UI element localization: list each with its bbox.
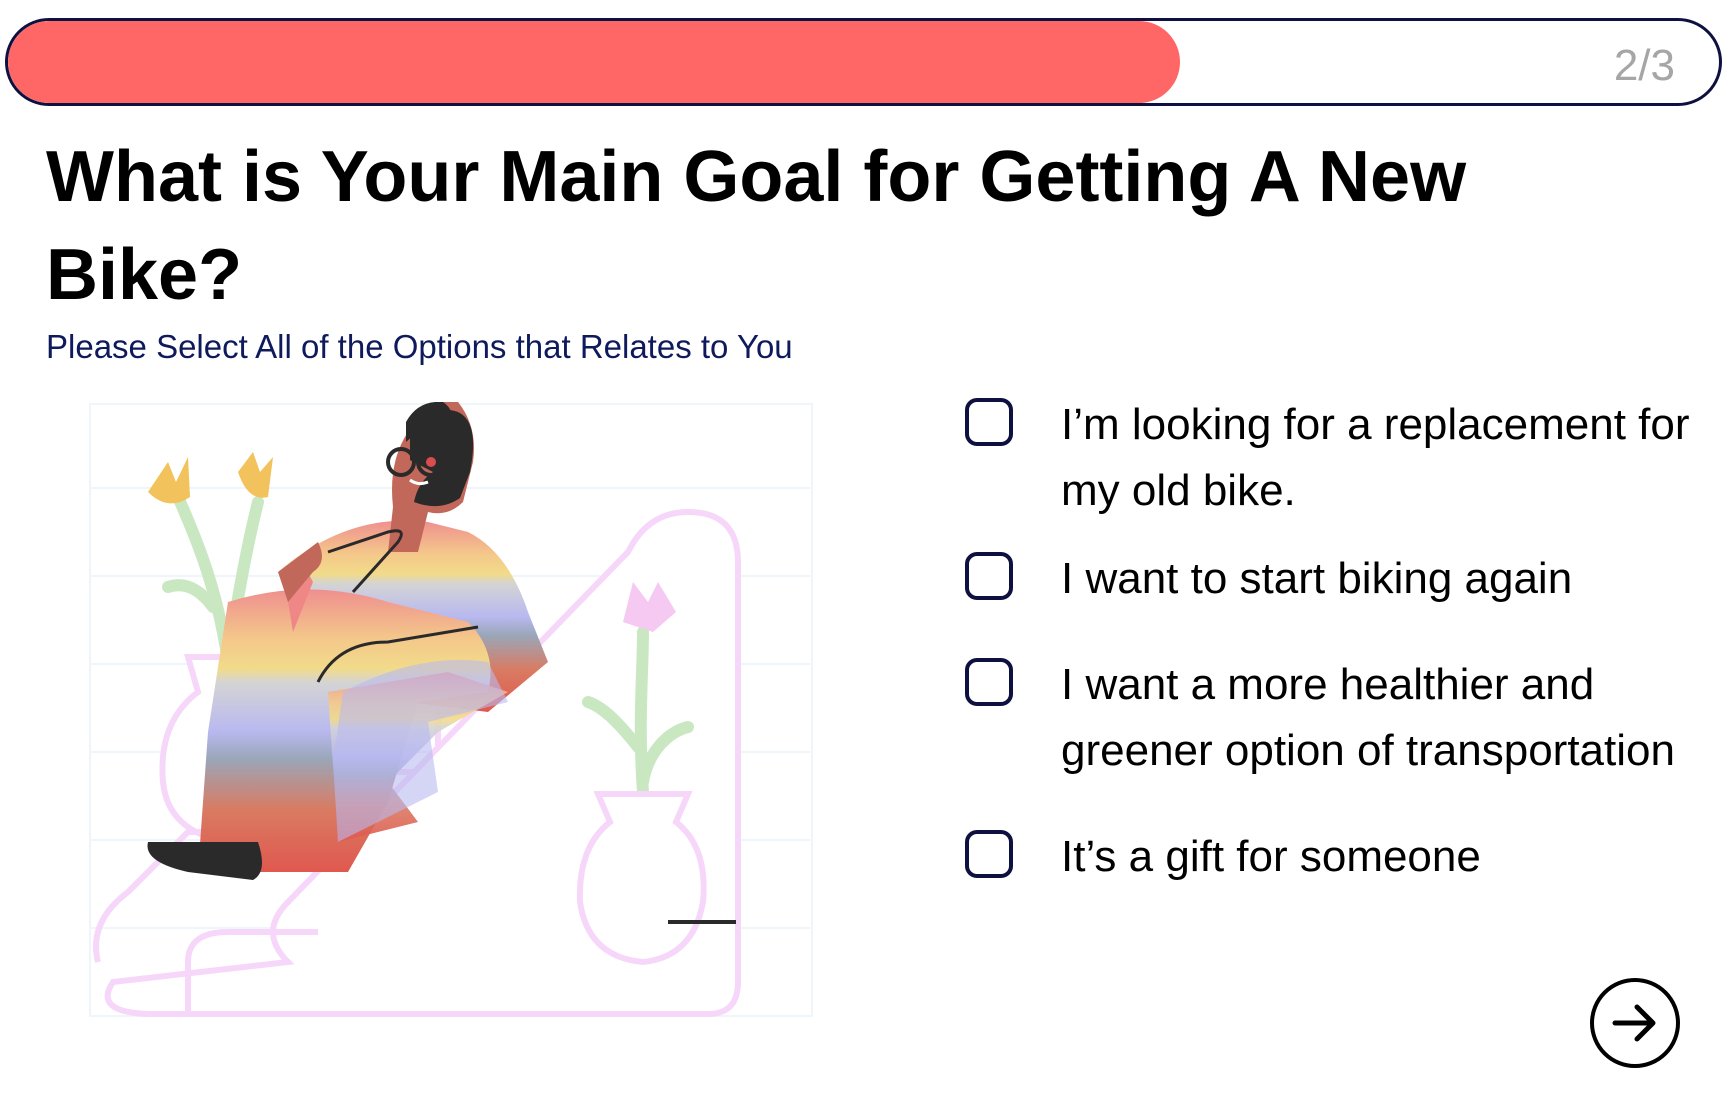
option-label: I want to start biking again bbox=[1061, 554, 1573, 603]
checkbox-replacement[interactable] bbox=[965, 398, 1013, 446]
option-label: It’s a gift for someone bbox=[1061, 832, 1481, 881]
question-title: What is Your Main Goal for Getting A New… bbox=[46, 137, 1467, 315]
option-replacement[interactable]: I’m looking for a replacement for my old… bbox=[965, 392, 1705, 524]
question-subtitle: Please Select All of the Options that Re… bbox=[46, 328, 793, 365]
arrow-right-icon bbox=[1612, 1004, 1656, 1042]
next-button[interactable] bbox=[1590, 978, 1680, 1068]
progress-bar: 2/3 bbox=[5, 18, 1722, 106]
progress-label: 2/3 bbox=[1613, 41, 1675, 90]
progress-fill bbox=[8, 21, 1181, 103]
option-label: I’m looking for a replacement for my old… bbox=[1061, 400, 1690, 515]
option-healthier-greener[interactable]: I want a more healthier and greener opti… bbox=[965, 652, 1705, 784]
options-list: I’m looking for a replacement for my old… bbox=[965, 392, 1705, 890]
person-sitting-on-stairs-illustration bbox=[89, 402, 813, 1017]
option-label: I want a more healthier and greener opti… bbox=[1061, 660, 1675, 775]
checkbox-start-biking-again[interactable] bbox=[965, 552, 1013, 600]
option-gift[interactable]: It’s a gift for someone bbox=[965, 824, 1705, 890]
option-start-biking-again[interactable]: I want to start biking again bbox=[965, 546, 1705, 612]
checkbox-gift[interactable] bbox=[965, 830, 1013, 878]
checkbox-healthier-greener[interactable] bbox=[965, 658, 1013, 706]
